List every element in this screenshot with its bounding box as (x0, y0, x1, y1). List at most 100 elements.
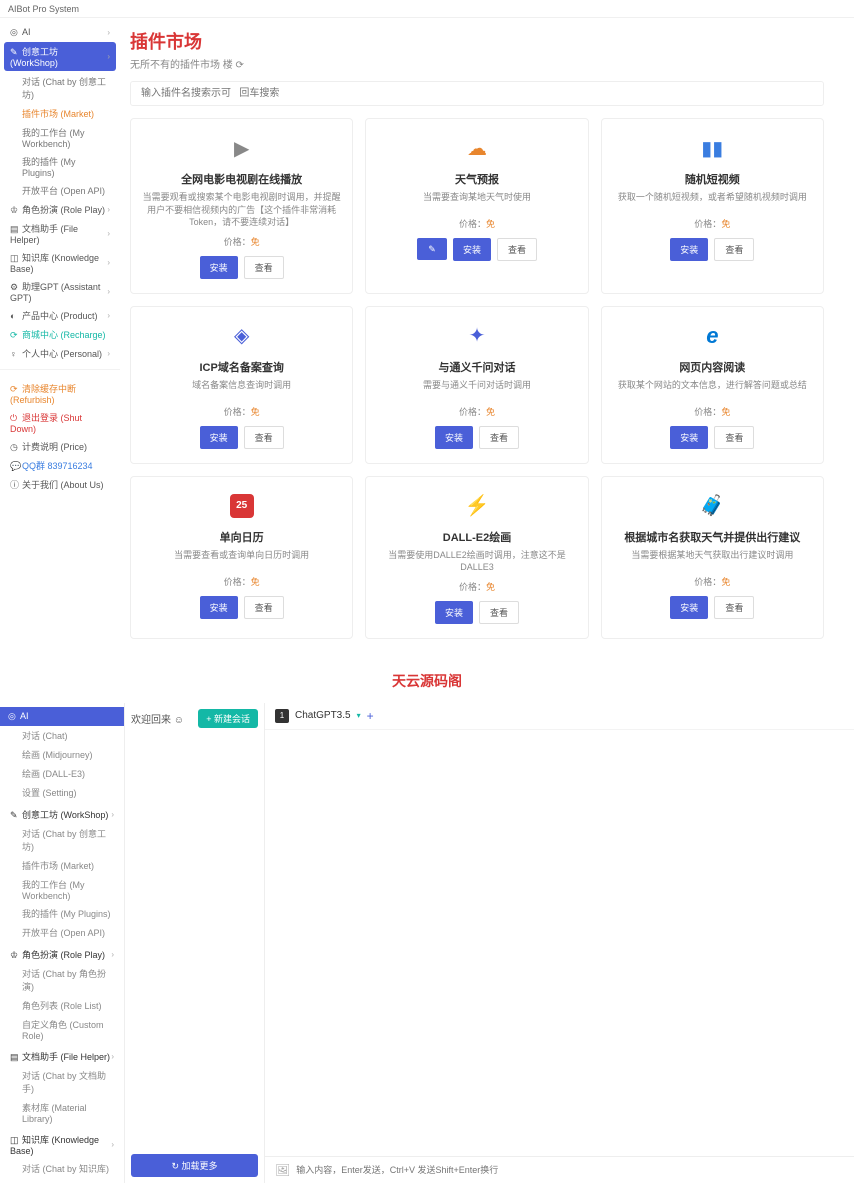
plugin-title: 随机短视频 (612, 171, 813, 187)
nav2-workshop[interactable]: ✎创意工坊 (WorkShop)› (0, 802, 124, 824)
new-conversation-button[interactable]: + 新建会话 (198, 709, 258, 728)
plugin-icon: 🧳 (692, 491, 732, 521)
nav2-setting[interactable]: 设置 (Setting) (0, 783, 124, 802)
nav-ws-plugins[interactable]: 我的插件 (My Plugins) (0, 152, 120, 181)
nav-workshop[interactable]: ✎创意工坊 (WorkShop)› (4, 42, 116, 71)
nav-roleplay[interactable]: ♔角色扮演 (Role Play)› (0, 200, 120, 219)
view-button[interactable]: 查看 (244, 596, 284, 619)
plus-icon[interactable]: + (367, 709, 374, 723)
plugin-desc: 获取某个网站的文本信息，进行解答问题或总结 (612, 379, 813, 399)
nav2-knowledge[interactable]: ◫知识库 (Knowledge Base)› (0, 1127, 124, 1159)
nav2-ai[interactable]: ◎AI (0, 707, 124, 726)
nav2-chat[interactable]: 对话 (Chat) (0, 726, 124, 745)
nav-personal[interactable]: ♀个人中心 (Personal)› (0, 344, 120, 363)
plugin-card: ▶全网电影电视剧在线播放当需要观看或搜索某个电影电视剧时调用，并提醒用户不要相信… (130, 118, 353, 294)
nav2-roleplay[interactable]: ♔角色扮演 (Role Play)› (0, 942, 124, 964)
plugin-desc: 当需要查询某地天气时使用 (376, 191, 577, 211)
plugin-icon: ▮▮ (692, 133, 732, 163)
nav2-rp-list[interactable]: 角色列表 (Role List) (0, 996, 124, 1015)
plugin-price: 价格：免 (612, 405, 813, 418)
app-title: AIBot Pro System (8, 4, 79, 14)
plugin-card: 25单向日历当需要查看或查询单向日历时调用价格：免安装查看 (130, 476, 353, 639)
nav2-ws-market[interactable]: 插件市场 (Market) (0, 856, 124, 875)
install-button[interactable]: 安装 (435, 601, 473, 624)
install-button[interactable]: 安装 (435, 426, 473, 449)
view-button[interactable]: 查看 (714, 596, 754, 619)
plugin-card: e 网页内容阅读获取某个网站的文本信息，进行解答问题或总结价格：免安装查看 (601, 306, 824, 464)
nav-qq[interactable]: 💬QQ群 839716234 (0, 456, 120, 475)
nav2-midjourney[interactable]: 绘画 (Midjourney) (0, 745, 124, 764)
sidebar-top: ◎AI› ✎创意工坊 (WorkShop)› 对话 (Chat by 创意工坊)… (0, 18, 120, 659)
plugin-title: 与通义千问对话 (376, 359, 577, 375)
nav-assistant[interactable]: ⚙助理GPT (Assistant GPT)› (0, 277, 120, 306)
plugin-desc: 当需要根据某地天气获取出行建议时调用 (612, 549, 813, 569)
install-button[interactable]: 安装 (200, 596, 238, 619)
view-button[interactable]: 查看 (244, 426, 284, 449)
nav-ws-workbench[interactable]: 我的工作台 (My Workbench) (0, 123, 120, 152)
nav2-rp-custom[interactable]: 自定义角色 (Custom Role) (0, 1015, 124, 1044)
nav2-kb-chat[interactable]: 对话 (Chat by 知识库) (0, 1159, 124, 1178)
plugin-title: 单向日历 (141, 529, 342, 545)
extra-button[interactable]: ✎ (417, 238, 447, 260)
nav2-ws-workbench[interactable]: 我的工作台 (My Workbench) (0, 875, 124, 904)
nav-shutdown[interactable]: ⏻退出登录 (Shut Down) (0, 408, 120, 437)
nav2-ws-plugins[interactable]: 我的插件 (My Plugins) (0, 904, 124, 923)
plugin-title: 网页内容阅读 (612, 359, 813, 375)
install-button[interactable]: 安装 (670, 426, 708, 449)
plugin-price: 价格：免 (141, 405, 342, 418)
chevron-down-icon[interactable]: ▾ (357, 711, 361, 720)
load-more-button[interactable]: ↻ 加载更多 (131, 1154, 258, 1177)
plugin-icon: ◈ (222, 321, 262, 351)
watermark-text: 天云源码阁 (0, 659, 854, 703)
welcome-text: 欢迎回来 ☺ (131, 711, 184, 726)
view-button[interactable]: 查看 (714, 426, 754, 449)
plugin-price: 价格：免 (612, 575, 813, 588)
nav2-rp-chat[interactable]: 对话 (Chat by 角色扮演) (0, 964, 124, 996)
chat-input[interactable] (296, 1165, 844, 1175)
plugin-desc: 获取一个随机短视频，或者希望随机视频时调用 (612, 191, 813, 211)
install-button[interactable]: 安装 (200, 426, 238, 449)
nav-ai[interactable]: ◎AI› (0, 24, 120, 41)
install-button[interactable]: 安装 (453, 238, 491, 261)
conversation-panel: 欢迎回来 ☺ + 新建会话 ↻ 加载更多 (125, 703, 265, 1183)
view-button[interactable]: 查看 (244, 256, 284, 279)
nav2-fh-lib[interactable]: 素材库 (Material Library) (0, 1098, 124, 1127)
view-button[interactable]: 查看 (479, 426, 519, 449)
nav2-filehelper[interactable]: ▤文档助手 (File Helper)› (0, 1044, 124, 1066)
view-button[interactable]: 查看 (714, 238, 754, 261)
plugin-icon: ✦ (457, 321, 497, 351)
nav-ws-chat[interactable]: 对话 (Chat by 创意工坊) (0, 72, 120, 104)
nav2-fh-chat[interactable]: 对话 (Chat by 文档助手) (0, 1066, 124, 1098)
plugin-card: ▮▮随机短视频获取一个随机短视频，或者希望随机视频时调用价格：免安装查看 (601, 118, 824, 294)
nav-ws-openapi[interactable]: 开放平台 (Open API) (0, 181, 120, 200)
chat-body (265, 730, 854, 1156)
main-content: 插件市场 无所不有的插件市场 楼 ⟳ ▶全网电影电视剧在线播放当需要观看或搜索某… (120, 18, 854, 659)
ie-icon: e (692, 321, 732, 351)
view-button[interactable]: 查看 (479, 601, 519, 624)
plugin-desc: 当需要查看或查询单向日历时调用 (141, 549, 342, 569)
plugin-desc: 域名备案信息查询时调用 (141, 379, 342, 399)
view-button[interactable]: 查看 (497, 238, 537, 261)
install-button[interactable]: 安装 (670, 238, 708, 261)
nav2-kb-mgmt[interactable]: 知识库管理 (Management) (0, 1178, 124, 1183)
search-input[interactable] (130, 81, 824, 106)
nav-about[interactable]: ⓘ关于我们 (About Us) (0, 475, 120, 494)
nav-refurbish[interactable]: ⟳清除缓存中断 (Refurbish) (0, 379, 120, 408)
nav2-ws-api[interactable]: 开放平台 (Open API) (0, 923, 124, 942)
image-icon[interactable]: 🖼 (275, 1163, 290, 1177)
nav-product[interactable]: ◐产品中心 (Product)› (0, 306, 120, 325)
nav2-dalle3[interactable]: 绘画 (DALL-E3) (0, 764, 124, 783)
install-button[interactable]: 安装 (200, 256, 238, 279)
plugin-title: 根据城市名获取天气并提供出行建议 (612, 529, 813, 545)
nav-price[interactable]: ◷计费说明 (Price) (0, 437, 120, 456)
sidebar-bottom: ◎AI 对话 (Chat) 绘画 (Midjourney) 绘画 (DALL-E… (0, 703, 125, 1183)
plugin-title: 全网电影电视剧在线播放 (141, 171, 342, 187)
install-button[interactable]: 安装 (670, 596, 708, 619)
nav-knowledge[interactable]: ◫知识库 (Knowledge Base)› (0, 248, 120, 277)
nav-filehelper[interactable]: ▤文档助手 (File Helper)› (0, 219, 120, 248)
chat-model-label[interactable]: ChatGPT3.5 (295, 710, 351, 721)
nav-recharge[interactable]: ⟳商城中心 (Recharge) (0, 325, 120, 344)
nav2-ws-chat[interactable]: 对话 (Chat by 创意工坊) (0, 824, 124, 856)
nav-ws-market[interactable]: 插件市场 (Market) (0, 104, 120, 123)
plugin-card: ◈ICP域名备案查询域名备案信息查询时调用价格：免安装查看 (130, 306, 353, 464)
